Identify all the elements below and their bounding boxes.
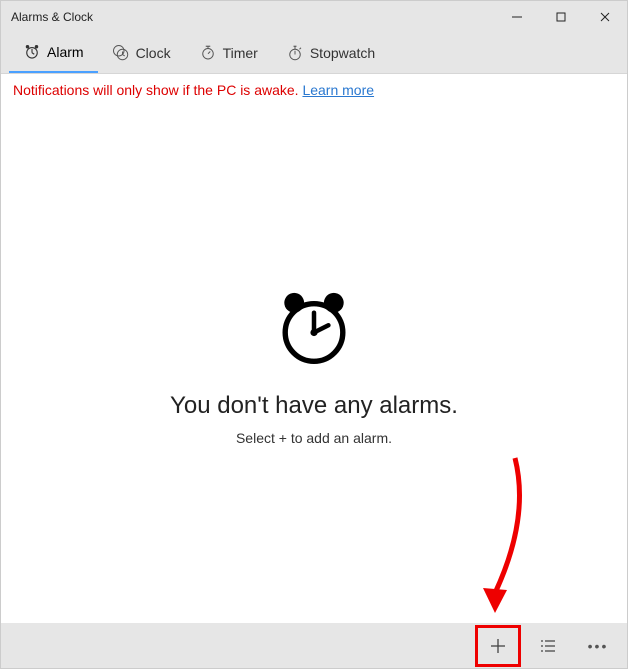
alarm-icon (23, 43, 41, 61)
clock-icon (112, 44, 130, 62)
window-title: Alarms & Clock (11, 10, 495, 24)
notification-bar: Notifications will only show if the PC i… (1, 74, 627, 106)
maximize-icon (555, 11, 567, 23)
tab-label: Clock (136, 45, 171, 61)
select-icon (538, 636, 558, 656)
tab-alarm[interactable]: Alarm (9, 33, 98, 73)
command-bar: ••• (1, 623, 627, 668)
close-button[interactable] (583, 1, 627, 33)
timer-icon (199, 44, 217, 62)
minimize-button[interactable] (495, 1, 539, 33)
empty-heading: You don't have any alarms. (170, 392, 458, 420)
stopwatch-icon (286, 44, 304, 62)
close-icon (599, 11, 611, 23)
select-button[interactable] (525, 625, 571, 667)
alarm-empty-icon (269, 283, 359, 378)
notification-text: Notifications will only show if the PC i… (13, 82, 302, 98)
tab-clock[interactable]: Clock (98, 33, 185, 73)
minimize-icon (511, 11, 523, 23)
tab-label: Timer (223, 45, 258, 61)
more-button[interactable]: ••• (575, 625, 621, 667)
maximize-button[interactable] (539, 1, 583, 33)
add-alarm-button[interactable] (475, 625, 521, 667)
plus-icon (488, 636, 508, 656)
tab-label: Alarm (47, 44, 84, 60)
tab-bar: Alarm Clock Timer Stopwatch (1, 33, 627, 74)
empty-subtext: Select + to add an alarm. (236, 430, 392, 446)
tab-label: Stopwatch (310, 45, 375, 61)
title-bar: Alarms & Clock (1, 1, 627, 33)
annotation-arrow (445, 448, 535, 618)
tab-stopwatch[interactable]: Stopwatch (272, 33, 389, 73)
ellipsis-icon: ••• (588, 638, 609, 654)
learn-more-link[interactable]: Learn more (302, 82, 374, 98)
tab-timer[interactable]: Timer (185, 33, 272, 73)
content-area: You don't have any alarms. Select + to a… (1, 106, 627, 623)
